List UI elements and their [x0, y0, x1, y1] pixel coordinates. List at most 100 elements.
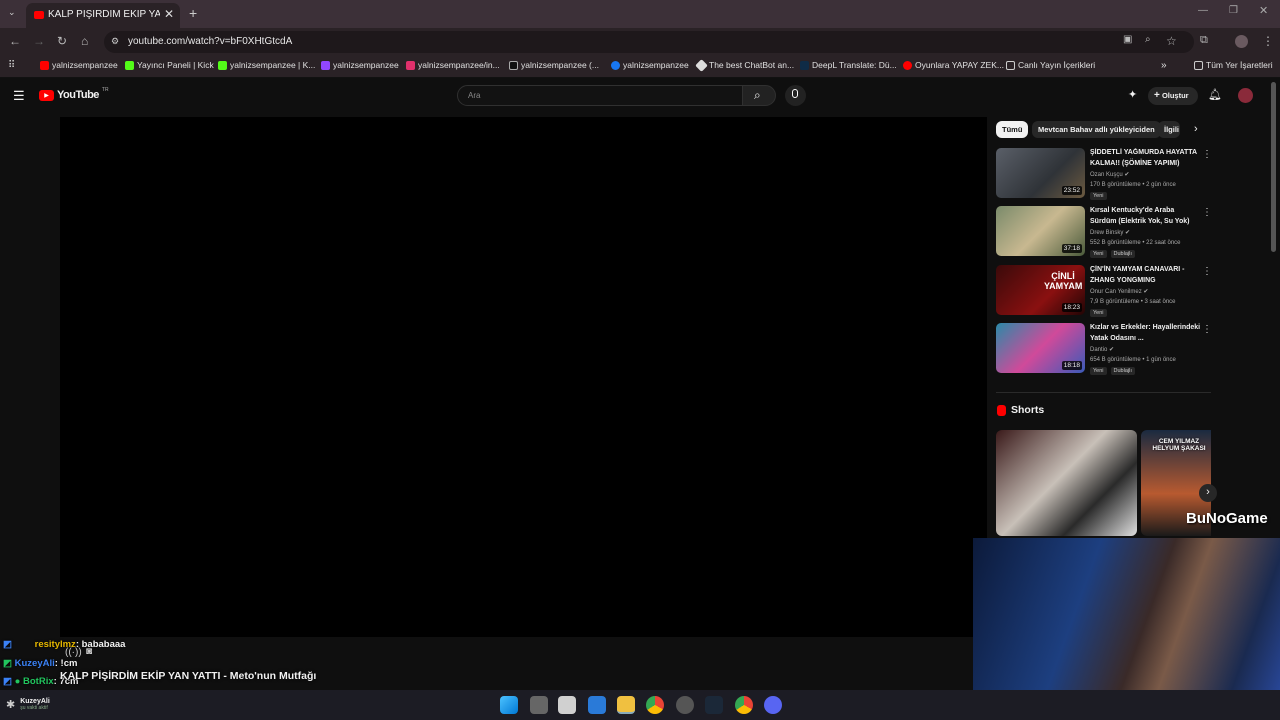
- bookmark-label: The best ChatBot an...: [709, 60, 795, 70]
- extensions-icon[interactable]: ⧉: [1200, 34, 1208, 47]
- chat-badge-icon: ◩: [3, 676, 12, 687]
- chat-badge-icon: ◩: [3, 658, 12, 669]
- menu-icon[interactable]: ⋮: [1262, 34, 1274, 48]
- channel-name[interactable]: Onur Can Yenilmez ✔: [1090, 288, 1148, 295]
- app-icon[interactable]: [558, 696, 576, 714]
- live-icon[interactable]: ((·)): [65, 647, 82, 658]
- close-tab-icon[interactable]: ✕: [164, 7, 174, 21]
- chip-related[interactable]: İlgili: [1158, 121, 1180, 138]
- bot-badge-icon: ●: [14, 676, 21, 687]
- app-icon[interactable]: [676, 696, 694, 714]
- youtube-wordmark: YouTube: [57, 89, 99, 101]
- more-actions-icon[interactable]: ⋮: [1202, 149, 1212, 160]
- site-info-icon[interactable]: ⚙: [111, 36, 119, 47]
- video-thumbnail[interactable]: 18:18: [996, 323, 1085, 373]
- search-button[interactable]: ⌕: [742, 85, 776, 106]
- video-thumbnail[interactable]: ÇİNLİ YAMYAM 18:23: [996, 265, 1085, 315]
- channel-name-text: Onur Can Yenilmez: [1090, 289, 1142, 295]
- chat-text: : !cm: [54, 658, 78, 669]
- voice-search-button[interactable]: [785, 85, 806, 106]
- bookmark-star-icon[interactable]: ☆: [1166, 34, 1177, 48]
- short-thumbnail[interactable]: [996, 430, 1137, 536]
- bookmark-item[interactable]: yalnizsempanzee (...: [509, 60, 599, 70]
- bookmark-item[interactable]: DeepL Translate: Dü...: [800, 60, 897, 70]
- close-window-icon[interactable]: ✕: [1259, 4, 1268, 17]
- chrome-icon[interactable]: [646, 696, 664, 714]
- video-title[interactable]: Kırsal Kentucky'de Araba Sürdüm (Elektri…: [1090, 206, 1202, 227]
- video-thumbnail[interactable]: 37:18: [996, 206, 1085, 256]
- page-scrollbar[interactable]: [1271, 82, 1276, 252]
- recommendation-item[interactable]: 18:18 Kızlar vs Erkekler: Hayallerindeki…: [996, 323, 1212, 377]
- bookmark-item[interactable]: The best ChatBot an...: [695, 58, 795, 72]
- all-bookmarks-folder[interactable]: Tüm Yer İşaretleri: [1194, 60, 1273, 70]
- task-view-icon[interactable]: [530, 696, 548, 714]
- shorts-next-icon[interactable]: ›: [1199, 484, 1217, 502]
- bookmark-item[interactable]: yalnizsempanzee: [321, 60, 399, 70]
- chip-from-uploader[interactable]: Mevtcan Bahav adlı yükleyiciden: [1032, 121, 1161, 138]
- chip-all[interactable]: Tümü: [996, 121, 1029, 138]
- zoom-icon[interactable]: ⌕: [1145, 34, 1151, 45]
- dubbed-badge: Dublajlı: [1110, 250, 1135, 258]
- more-bookmarks-icon[interactable]: »: [1161, 60, 1167, 71]
- stream-watermark: BuNoGame: [1186, 510, 1268, 527]
- bookmark-item[interactable]: Yayıncı Paneli | Kick: [125, 60, 214, 70]
- tab-active[interactable]: KALP PİŞİRDİM EKİP YAN YATTI ✕: [26, 3, 180, 28]
- new-tab-icon[interactable]: +: [189, 5, 197, 21]
- channel-name[interactable]: Drew Binsky ✔: [1090, 229, 1130, 236]
- apps-icon[interactable]: ⠿: [8, 60, 15, 71]
- forward-icon[interactable]: →: [33, 34, 45, 48]
- video-player[interactable]: [60, 117, 987, 637]
- camera-icon[interactable]: ◙: [86, 646, 92, 657]
- studio-icon[interactable]: ✦: [1128, 88, 1137, 101]
- more-actions-icon[interactable]: ⋮: [1202, 324, 1212, 335]
- recommendation-item[interactable]: 23:52 ŞİDDETLİ YAĞMURDA HAYATTA KALMA!! …: [996, 148, 1212, 202]
- bookmark-label: yalnizsempanzee: [623, 60, 689, 70]
- home-icon[interactable]: ⌂: [81, 34, 88, 48]
- tab-search-icon[interactable]: ⌄: [8, 7, 16, 18]
- chips-next-icon[interactable]: ›: [1194, 123, 1198, 135]
- bookmark-item[interactable]: yalnizsempanzee | K...: [218, 60, 315, 70]
- file-explorer-icon[interactable]: [617, 696, 635, 714]
- tab-title: KALP PİŞİRDİM EKİP YAN YATTI: [48, 9, 160, 20]
- profile-avatar[interactable]: [1235, 35, 1248, 48]
- search-input[interactable]: Ara: [457, 85, 743, 106]
- account-avatar[interactable]: [1238, 88, 1253, 103]
- back-icon[interactable]: ←: [9, 34, 21, 48]
- video-title[interactable]: Kızlar vs Erkekler: Hayallerindeki Yatak…: [1090, 323, 1202, 344]
- video-thumbnail[interactable]: 23:52: [996, 148, 1085, 198]
- recommendation-item[interactable]: 37:18 Kırsal Kentucky'de Araba Sürdüm (E…: [996, 206, 1212, 260]
- notifications-bell-icon[interactable]: 🔔︎: [1208, 88, 1222, 101]
- recommendation-item[interactable]: ÇİNLİ YAMYAM 18:23 ÇİN'İN YAMYAM CANAVAR…: [996, 265, 1212, 319]
- bookmark-item[interactable]: Oyunlara YAPAY ZEK...: [903, 60, 1004, 70]
- video-title[interactable]: ŞİDDETLİ YAĞMURDA HAYATTA KALMA!! (ŞÖMİN…: [1090, 148, 1202, 169]
- hamburger-menu-icon[interactable]: ☰: [13, 88, 25, 104]
- thumbnail-caption: ÇİNLİ YAMYAM: [1044, 271, 1083, 291]
- channel-name[interactable]: Ozan Kuşçu ✔: [1090, 171, 1129, 178]
- channel-name-text: Ozan Kuşçu: [1090, 172, 1123, 178]
- duration-badge: 23:52: [1061, 186, 1082, 195]
- bookmark-item[interactable]: yalnizsempanzee: [40, 60, 118, 70]
- bookmark-item[interactable]: yalnizsempanzee: [611, 60, 689, 70]
- minimize-icon[interactable]: —: [1198, 5, 1208, 16]
- discord-icon[interactable]: [764, 696, 782, 714]
- youtube-favicon-icon: [34, 11, 44, 19]
- channel-name[interactable]: Dantio ✔: [1090, 346, 1114, 353]
- start-windows-icon[interactable]: [500, 696, 518, 714]
- new-badge: Yeni: [1090, 192, 1107, 200]
- search-placeholder: Ara: [468, 91, 481, 100]
- more-actions-icon[interactable]: ⋮: [1202, 207, 1212, 218]
- bookmark-item[interactable]: yalnizsempanzee/in...: [406, 60, 500, 70]
- create-button[interactable]: + Oluştur: [1148, 87, 1198, 105]
- youtube-logo[interactable]: ▶ YouTube TR: [39, 87, 109, 101]
- bookmark-label: DeepL Translate: Dü...: [812, 60, 897, 70]
- bookmark-folder[interactable]: Canlı Yayın İçerikleri: [1006, 60, 1095, 70]
- video-title[interactable]: ÇİN'İN YAMYAM CANAVARI - ZHANG YONGMING: [1090, 265, 1202, 286]
- restore-icon[interactable]: ❐: [1229, 5, 1238, 16]
- steam-icon[interactable]: [705, 696, 723, 714]
- chrome-profile-icon[interactable]: [735, 696, 753, 714]
- more-actions-icon[interactable]: ⋮: [1202, 266, 1212, 277]
- install-icon[interactable]: ▣: [1123, 34, 1132, 45]
- photos-app-icon[interactable]: [588, 696, 606, 714]
- reload-icon[interactable]: ↻: [57, 34, 67, 48]
- user-widget[interactable]: ✱ KuzeyAli şu vakti aktif: [6, 698, 50, 711]
